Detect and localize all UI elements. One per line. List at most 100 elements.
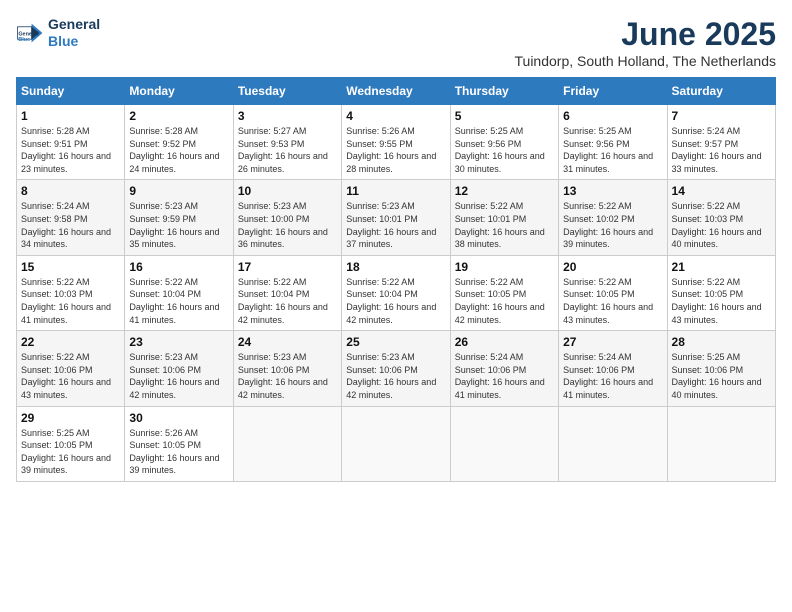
day-cell-9: 9Sunrise: 5:23 AM Sunset: 9:59 PM Daylig… bbox=[125, 180, 233, 255]
day-info: Sunrise: 5:23 AM Sunset: 10:06 PM Daylig… bbox=[346, 351, 445, 401]
day-cell-12: 12 Sunrise: 5:22 AM Sunset: 10:01 PM Dayl… bbox=[450, 180, 558, 255]
weekday-header-monday: Monday bbox=[125, 78, 233, 105]
weekday-header-saturday: Saturday bbox=[667, 78, 775, 105]
day-number: 11 bbox=[346, 184, 445, 198]
day-info: Sunrise: 5:23 AM Sunset: 10:01 PM Daylig… bbox=[346, 200, 445, 250]
day-cell-20: 20Sunrise: 5:22 AM Sunset: 10:05 PM Dayl… bbox=[559, 255, 667, 330]
week-row-3: 15 Sunrise: 5:22 AM Sunset: 10:03 PM Dayl… bbox=[17, 255, 776, 330]
day-info: Sunrise: 5:22 AM Sunset: 10:02 PM Daylig… bbox=[563, 200, 662, 250]
day-cell-26: 26 Sunrise: 5:24 AM Sunset: 10:06 PM Dayl… bbox=[450, 331, 558, 406]
day-info: Sunrise: 5:28 AM Sunset: 9:51 PM Dayligh… bbox=[21, 125, 120, 175]
day-cell-21: 21Sunrise: 5:22 AM Sunset: 10:05 PM Dayl… bbox=[667, 255, 775, 330]
day-cell-4: 4 Sunrise: 5:26 AM Sunset: 9:55 PM Daylig… bbox=[342, 105, 450, 180]
logo-text: General Blue bbox=[48, 16, 100, 50]
day-cell-17: 17 Sunrise: 5:22 AM Sunset: 10:04 PM Dayl… bbox=[233, 255, 341, 330]
week-row-5: 29Sunrise: 5:25 AM Sunset: 10:05 PM Dayl… bbox=[17, 406, 776, 481]
day-cell-3: 3 Sunrise: 5:27 AM Sunset: 9:53 PM Daylig… bbox=[233, 105, 341, 180]
day-cell-22: 22 Sunrise: 5:22 AM Sunset: 10:06 PM Dayl… bbox=[17, 331, 125, 406]
day-info: Sunrise: 5:23 AM Sunset: 9:59 PM Dayligh… bbox=[129, 200, 228, 250]
weekday-header-tuesday: Tuesday bbox=[233, 78, 341, 105]
day-number: 12 bbox=[455, 184, 554, 198]
day-info: Sunrise: 5:22 AM Sunset: 10:01 PM Daylig… bbox=[455, 200, 554, 250]
calendar: SundayMondayTuesdayWednesdayThursdayFrid… bbox=[16, 77, 776, 482]
day-cell-10: 10Sunrise: 5:23 AM Sunset: 10:00 PM Dayl… bbox=[233, 180, 341, 255]
day-cell-16: 16Sunrise: 5:22 AM Sunset: 10:04 PM Dayl… bbox=[125, 255, 233, 330]
day-info: Sunrise: 5:28 AM Sunset: 9:52 PM Dayligh… bbox=[129, 125, 228, 175]
empty-cell bbox=[559, 406, 667, 481]
day-info: Sunrise: 5:22 AM Sunset: 10:03 PM Daylig… bbox=[21, 276, 120, 326]
logo-blue: Blue bbox=[48, 33, 78, 49]
day-info: Sunrise: 5:22 AM Sunset: 10:05 PM Daylig… bbox=[455, 276, 554, 326]
month-title: June 2025 bbox=[515, 16, 777, 53]
day-number: 20 bbox=[563, 260, 662, 274]
logo-general: General bbox=[48, 16, 100, 32]
location-title: Tuindorp, South Holland, The Netherlands bbox=[515, 53, 777, 69]
weekday-header-thursday: Thursday bbox=[450, 78, 558, 105]
day-number: 26 bbox=[455, 335, 554, 349]
day-cell-14: 14 Sunrise: 5:22 AM Sunset: 10:03 PM Dayl… bbox=[667, 180, 775, 255]
day-number: 13 bbox=[563, 184, 662, 198]
day-number: 24 bbox=[238, 335, 337, 349]
day-info: Sunrise: 5:22 AM Sunset: 10:04 PM Daylig… bbox=[346, 276, 445, 326]
day-number: 23 bbox=[129, 335, 228, 349]
day-info: Sunrise: 5:23 AM Sunset: 10:06 PM Daylig… bbox=[129, 351, 228, 401]
day-number: 3 bbox=[238, 109, 337, 123]
day-cell-7: 7Sunrise: 5:24 AM Sunset: 9:57 PM Daylig… bbox=[667, 105, 775, 180]
day-info: Sunrise: 5:25 AM Sunset: 9:56 PM Dayligh… bbox=[455, 125, 554, 175]
logo: General Blue General Blue bbox=[16, 16, 100, 50]
day-cell-1: 1Sunrise: 5:28 AM Sunset: 9:51 PM Daylig… bbox=[17, 105, 125, 180]
day-cell-29: 29Sunrise: 5:25 AM Sunset: 10:05 PM Dayl… bbox=[17, 406, 125, 481]
weekday-header-sunday: Sunday bbox=[17, 78, 125, 105]
day-cell-6: 6 Sunrise: 5:25 AM Sunset: 9:56 PM Daylig… bbox=[559, 105, 667, 180]
day-cell-2: 2Sunrise: 5:28 AM Sunset: 9:52 PM Daylig… bbox=[125, 105, 233, 180]
day-cell-30: 30Sunrise: 5:26 AM Sunset: 10:05 PM Dayl… bbox=[125, 406, 233, 481]
day-number: 4 bbox=[346, 109, 445, 123]
day-number: 8 bbox=[21, 184, 120, 198]
day-cell-19: 19 Sunrise: 5:22 AM Sunset: 10:05 PM Dayl… bbox=[450, 255, 558, 330]
day-number: 21 bbox=[672, 260, 771, 274]
empty-cell bbox=[233, 406, 341, 481]
day-number: 10 bbox=[238, 184, 337, 198]
day-number: 6 bbox=[563, 109, 662, 123]
day-number: 17 bbox=[238, 260, 337, 274]
logo-icon: General Blue bbox=[16, 19, 44, 47]
day-number: 16 bbox=[129, 260, 228, 274]
weekday-header-friday: Friday bbox=[559, 78, 667, 105]
day-info: Sunrise: 5:22 AM Sunset: 10:04 PM Daylig… bbox=[238, 276, 337, 326]
day-cell-28: 28 Sunrise: 5:25 AM Sunset: 10:06 PM Dayl… bbox=[667, 331, 775, 406]
day-cell-23: 23 Sunrise: 5:23 AM Sunset: 10:06 PM Dayl… bbox=[125, 331, 233, 406]
empty-cell bbox=[450, 406, 558, 481]
week-row-1: 1Sunrise: 5:28 AM Sunset: 9:51 PM Daylig… bbox=[17, 105, 776, 180]
day-number: 14 bbox=[672, 184, 771, 198]
day-cell-5: 5 Sunrise: 5:25 AM Sunset: 9:56 PM Daylig… bbox=[450, 105, 558, 180]
day-cell-15: 15 Sunrise: 5:22 AM Sunset: 10:03 PM Dayl… bbox=[17, 255, 125, 330]
day-info: Sunrise: 5:27 AM Sunset: 9:53 PM Dayligh… bbox=[238, 125, 337, 175]
title-area: June 2025 Tuindorp, South Holland, The N… bbox=[515, 16, 777, 69]
day-info: Sunrise: 5:24 AM Sunset: 10:06 PM Daylig… bbox=[455, 351, 554, 401]
day-info: Sunrise: 5:22 AM Sunset: 10:03 PM Daylig… bbox=[672, 200, 771, 250]
day-info: Sunrise: 5:24 AM Sunset: 10:06 PM Daylig… bbox=[563, 351, 662, 401]
day-cell-18: 18 Sunrise: 5:22 AM Sunset: 10:04 PM Dayl… bbox=[342, 255, 450, 330]
day-info: Sunrise: 5:25 AM Sunset: 9:56 PM Dayligh… bbox=[563, 125, 662, 175]
week-row-2: 8 Sunrise: 5:24 AM Sunset: 9:58 PM Daylig… bbox=[17, 180, 776, 255]
day-number: 5 bbox=[455, 109, 554, 123]
day-info: Sunrise: 5:26 AM Sunset: 10:05 PM Daylig… bbox=[129, 427, 228, 477]
day-cell-24: 24Sunrise: 5:23 AM Sunset: 10:06 PM Dayl… bbox=[233, 331, 341, 406]
svg-text:Blue: Blue bbox=[18, 37, 30, 43]
day-number: 18 bbox=[346, 260, 445, 274]
day-info: Sunrise: 5:25 AM Sunset: 10:06 PM Daylig… bbox=[672, 351, 771, 401]
empty-cell bbox=[342, 406, 450, 481]
empty-cell bbox=[667, 406, 775, 481]
week-row-4: 22 Sunrise: 5:22 AM Sunset: 10:06 PM Dayl… bbox=[17, 331, 776, 406]
day-cell-27: 27Sunrise: 5:24 AM Sunset: 10:06 PM Dayl… bbox=[559, 331, 667, 406]
day-number: 29 bbox=[21, 411, 120, 425]
day-info: Sunrise: 5:26 AM Sunset: 9:55 PM Dayligh… bbox=[346, 125, 445, 175]
weekday-header-wednesday: Wednesday bbox=[342, 78, 450, 105]
day-info: Sunrise: 5:24 AM Sunset: 9:58 PM Dayligh… bbox=[21, 200, 120, 250]
day-number: 28 bbox=[672, 335, 771, 349]
day-info: Sunrise: 5:22 AM Sunset: 10:06 PM Daylig… bbox=[21, 351, 120, 401]
day-number: 15 bbox=[21, 260, 120, 274]
day-number: 19 bbox=[455, 260, 554, 274]
header: General Blue General Blue June 2025 Tuin… bbox=[16, 16, 776, 69]
day-number: 22 bbox=[21, 335, 120, 349]
